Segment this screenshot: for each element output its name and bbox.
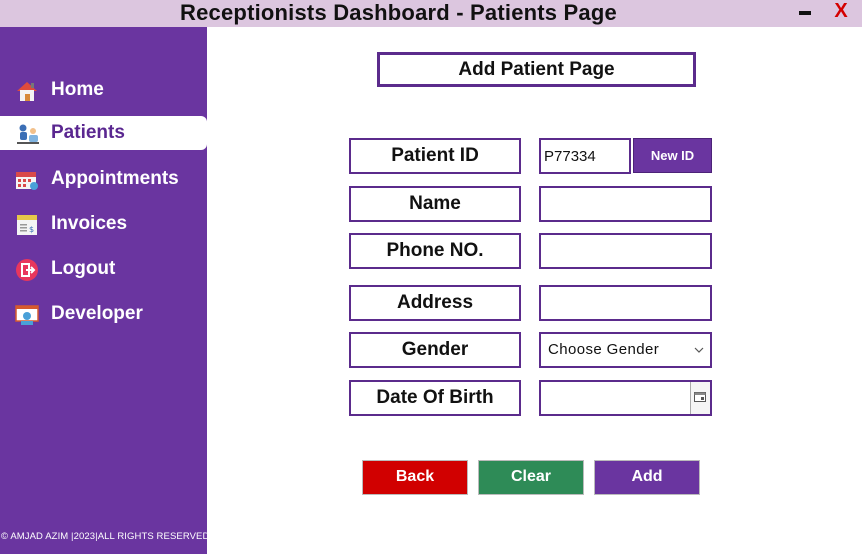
patients-icon xyxy=(15,122,39,146)
name-field[interactable] xyxy=(539,186,712,222)
sidebar-item-patients[interactable]: Patients xyxy=(0,116,207,150)
gender-label: Gender xyxy=(349,332,521,368)
dob-label: Date Of Birth xyxy=(349,380,521,416)
patient-id-field[interactable] xyxy=(539,138,631,174)
sidebar: Home Patients Appointments $ Invoices Lo… xyxy=(0,27,210,554)
sidebar-item-logout[interactable]: Logout xyxy=(0,252,207,286)
page-title: Add Patient Page xyxy=(377,52,696,87)
copyright-footer: © AMJAD AZIM |2023|ALL RIGHTS RESERVED xyxy=(1,531,210,542)
sidebar-item-label: Home xyxy=(51,79,104,100)
minimize-button[interactable] xyxy=(799,11,811,15)
sidebar-item-label: Appointments xyxy=(51,168,179,189)
sidebar-item-appointments[interactable]: Appointments xyxy=(0,162,207,196)
address-input[interactable] xyxy=(541,287,710,319)
invoice-icon: $ xyxy=(15,213,39,237)
sidebar-item-label: Developer xyxy=(51,303,143,324)
back-button[interactable]: Back xyxy=(362,460,468,495)
clear-button[interactable]: Clear xyxy=(478,460,584,495)
date-picker-button[interactable] xyxy=(690,382,710,414)
address-field[interactable] xyxy=(539,285,712,321)
patient-id-label: Patient ID xyxy=(349,138,521,174)
phone-input[interactable] xyxy=(541,235,710,267)
phone-field[interactable] xyxy=(539,233,712,269)
logout-icon xyxy=(15,258,39,282)
patient-id-input[interactable] xyxy=(541,140,629,172)
developer-icon xyxy=(15,303,39,327)
dob-input[interactable] xyxy=(541,382,691,414)
sidebar-item-developer[interactable]: Developer xyxy=(0,297,207,331)
phone-label: Phone NO. xyxy=(349,233,521,269)
chevron-down-icon xyxy=(694,340,704,360)
sidebar-item-label: Logout xyxy=(51,258,116,279)
svg-text:$: $ xyxy=(29,225,34,234)
title-bar: Receptionists Dashboard - Patients Page … xyxy=(0,0,862,27)
sidebar-item-label: Patients xyxy=(51,122,125,143)
dob-field[interactable] xyxy=(539,380,712,416)
calendar-icon xyxy=(15,168,39,192)
new-id-button[interactable]: New ID xyxy=(633,138,712,173)
add-button[interactable]: Add xyxy=(594,460,700,495)
name-label: Name xyxy=(349,186,521,222)
sidebar-item-label: Invoices xyxy=(51,213,128,234)
gender-select[interactable]: Choose Gender xyxy=(539,332,712,368)
close-button[interactable]: X xyxy=(831,0,851,23)
home-icon xyxy=(15,79,39,103)
window-title: Receptionists Dashboard - Patients Page xyxy=(180,0,617,25)
sidebar-item-home[interactable]: Home xyxy=(0,73,207,107)
name-input[interactable] xyxy=(541,188,710,220)
gender-selected-value: Choose Gender xyxy=(548,341,660,358)
sidebar-item-invoices[interactable]: $ Invoices xyxy=(0,207,207,241)
address-label: Address xyxy=(349,285,521,321)
